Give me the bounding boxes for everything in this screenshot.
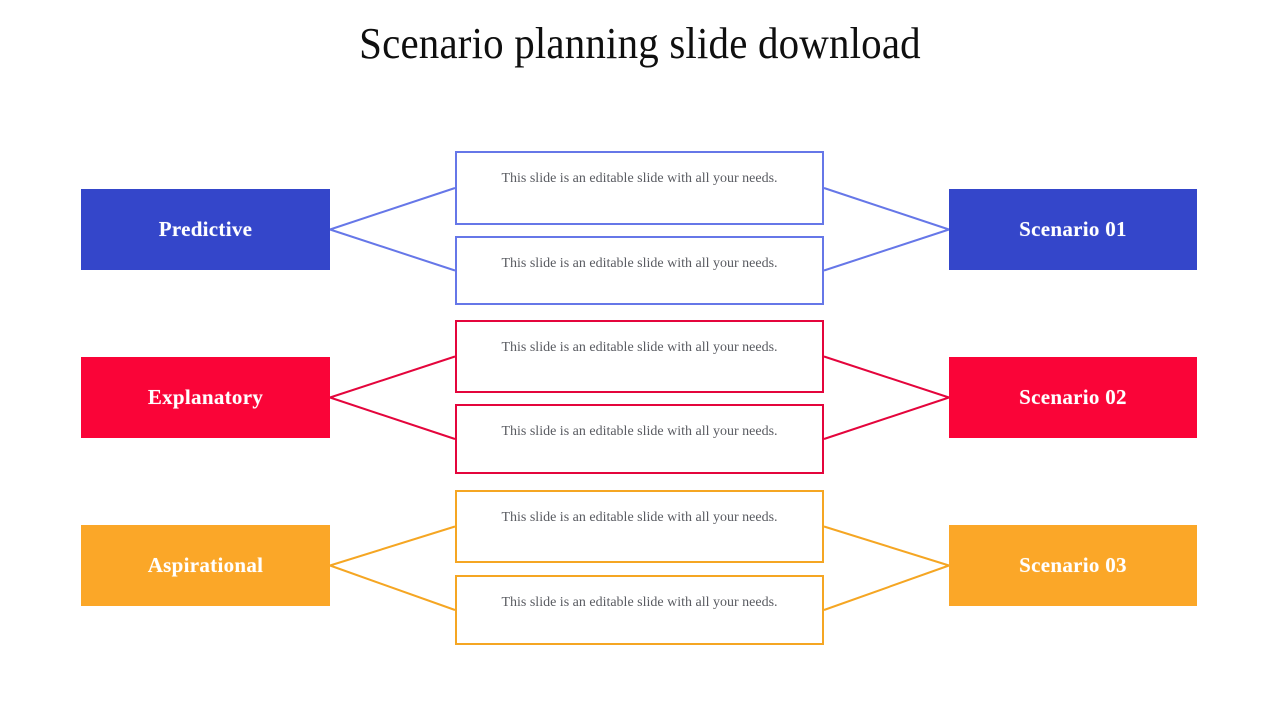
description-text: This slide is an editable slide with all… [501, 424, 778, 439]
connector-left-lower [329, 396, 456, 440]
connector-left-upper [329, 187, 456, 231]
connector-right-lower [823, 564, 950, 611]
description-box[interactable]: This slide is an editable slide with all… [455, 490, 824, 563]
connector-left-lower [329, 564, 456, 611]
category-block-aspirational[interactable]: Aspirational [81, 525, 330, 606]
connector-right-upper [823, 355, 950, 399]
category-label: Predictive [158, 217, 253, 241]
description-box[interactable]: This slide is an editable slide with all… [455, 320, 824, 393]
connector-right-upper [823, 525, 950, 567]
connector-left-upper [329, 525, 456, 567]
description-box[interactable]: This slide is an editable slide with all… [455, 575, 824, 645]
description-text: This slide is an editable slide with all… [501, 595, 778, 610]
category-label: Explanatory [147, 385, 264, 409]
category-block-explanatory[interactable]: Explanatory [81, 357, 330, 438]
description-text: This slide is an editable slide with all… [501, 340, 778, 355]
connector-right-upper [823, 187, 950, 231]
description-text: This slide is an editable slide with all… [501, 256, 778, 271]
connector-right-lower [823, 228, 950, 272]
connector-left-upper [329, 355, 456, 399]
category-block-predictive[interactable]: Predictive [81, 189, 330, 270]
scenario-label: Scenario 02 [1019, 385, 1127, 409]
scenario-label: Scenario 01 [1019, 217, 1127, 241]
scenario-block-02[interactable]: Scenario 02 [949, 357, 1197, 438]
description-box[interactable]: This slide is an editable slide with all… [455, 404, 824, 474]
scenario-block-03[interactable]: Scenario 03 [949, 525, 1197, 606]
description-box[interactable]: This slide is an editable slide with all… [455, 151, 824, 225]
category-label: Aspirational [147, 553, 264, 577]
connector-right-lower [823, 396, 950, 440]
description-box[interactable]: This slide is an editable slide with all… [455, 236, 824, 305]
description-text: This slide is an editable slide with all… [501, 510, 778, 525]
page-title: Scenario planning slide download [359, 19, 921, 68]
description-text: This slide is an editable slide with all… [501, 171, 778, 186]
scenario-block-01[interactable]: Scenario 01 [949, 189, 1197, 270]
slide-canvas: Scenario planning slide download Predict… [0, 0, 1280, 720]
scenario-label: Scenario 03 [1019, 553, 1127, 577]
connector-left-lower [329, 228, 456, 272]
